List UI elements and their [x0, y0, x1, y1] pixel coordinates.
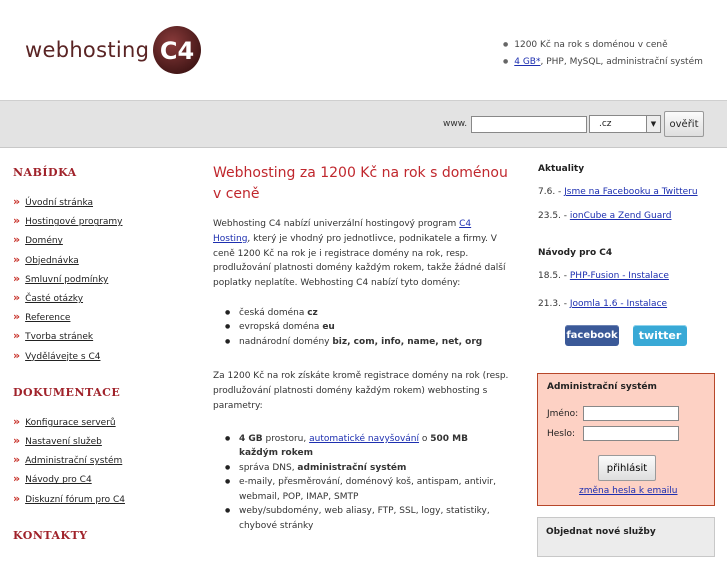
news-link[interactable]: Jsme na Facebooku a Twitteru [564, 187, 697, 197]
password-label: Heslo: [547, 429, 576, 439]
highlight-features: 4 GB*, PHP, MySQL, administrační systém [503, 54, 703, 71]
nav-item-service-settings: Nastavení služeb [13, 432, 193, 451]
list-item: nadnárodní domény biz, com, info, name, … [225, 335, 510, 350]
c4-logo-badge-icon: C4 [153, 26, 202, 74]
domain-check-bar: www. .cz ▼ ověřit [0, 100, 727, 148]
news-link[interactable]: ionCube a Zend Guard [570, 211, 672, 221]
nav-item-domains: Domény [13, 231, 193, 250]
nav-section-contacts: KONTAKTY [13, 529, 193, 542]
nav-item-forum: Diskuzní fórum pro C4 [13, 490, 193, 509]
login-title: Administrační systém [547, 382, 657, 392]
domain-input[interactable] [471, 116, 587, 133]
site-logo[interactable]: webhosting C4 [25, 24, 203, 76]
nav-item-hosting-programs: Hostingové programy [13, 212, 193, 231]
nav-item-references: Reference [13, 308, 193, 327]
www-label: www. [443, 119, 468, 129]
nav-item-guides: Návody pro C4 [13, 470, 193, 489]
nav-section-offer: NABÍDKA Úvodní stránka Hostingové progra… [13, 166, 193, 366]
features-list: 4 GB prostoru, automatické navyšování o … [213, 432, 510, 534]
username-label: Jméno: [547, 409, 579, 419]
social-buttons: facebook twitter [565, 325, 687, 346]
twitter-button[interactable]: twitter [633, 325, 687, 346]
left-navigation: NABÍDKA Úvodní stránka Hostingové progra… [13, 166, 193, 562]
order-title: Objednat nové služby [546, 527, 656, 537]
svg-text:C4: C4 [160, 37, 194, 65]
nav-item-terms: Smluvní podmínky [13, 270, 193, 289]
main-content: Webhosting za 1200 Kč na rok s doménou v… [213, 163, 510, 533]
nav-item-earn: Vydělávejte s C4 [13, 347, 193, 366]
auto-increase-link[interactable]: automatické navyšování [309, 434, 419, 444]
list-item: evropská doména eu [225, 320, 510, 335]
news-item: 23.5. - ionCube a Zend Guard [538, 211, 672, 221]
list-item: weby/subdomény, web aliasy, FTP, SSL, lo… [225, 504, 510, 533]
login-button[interactable]: přihlásit [598, 455, 656, 481]
highlight-price: 1200 Kč na rok s doménou v ceně [503, 37, 703, 54]
list-item: 4 GB prostoru, automatické navyšování o … [225, 432, 510, 461]
site-header: webhosting C4 1200 Kč na rok s doménou v… [0, 0, 727, 100]
list-item: správa DNS, administrační systém [225, 461, 510, 476]
nav-item-web-design: Tvorba stránek [13, 327, 193, 346]
domains-list: česká doména cz evropská doména eu nadná… [213, 306, 510, 350]
params-paragraph: Za 1200 Kč na rok získáte kromě registra… [213, 371, 509, 412]
admin-login-box: Administrační systém Jméno: Heslo: přihl… [537, 373, 715, 506]
facebook-button[interactable]: facebook [565, 325, 619, 346]
nav-item-home: Úvodní stránka [13, 193, 193, 212]
chevron-down-icon: ▼ [646, 116, 660, 132]
password-input[interactable] [583, 426, 679, 441]
guide-link[interactable]: PHP-Fusion - Instalace [570, 271, 669, 281]
header-highlights: 1200 Kč na rok s doménou v ceně 4 GB*, P… [503, 37, 703, 71]
nav-section-title: DOKUMENTACE [13, 385, 121, 399]
nav-section-title: NABÍDKA [13, 166, 77, 179]
nav-item-faq: Časté otázky [13, 289, 193, 308]
highlight-4gb-link[interactable]: 4 GB* [514, 57, 540, 67]
check-domain-button[interactable]: ověřit [664, 111, 704, 137]
tld-selected-value: .cz [599, 119, 612, 129]
page-title: Webhosting za 1200 Kč na rok s doménou v… [213, 165, 508, 202]
nav-item-order: Objednávka [13, 251, 193, 270]
nav-item-admin-system: Administrační systém [13, 451, 193, 470]
change-email-password-link[interactable]: změna hesla k emailu [579, 486, 678, 496]
nav-item-server-config: Konfigurace serverů [13, 413, 193, 432]
guide-item: 21.3. - Joomla 1.6 - Instalace [538, 299, 668, 309]
guide-link[interactable]: Joomla 1.6 - Instalace [570, 299, 667, 309]
nav-section-docs: DOKUMENTACE Konfigurace serverů Nastaven… [13, 386, 193, 509]
list-item: e-maily, přesměrování, doménový koš, ant… [225, 475, 510, 504]
news-item: 7.6. - Jsme na Facebooku a Twitteru [538, 187, 698, 197]
guides-title: Návody pro C4 [538, 248, 613, 258]
tld-select[interactable]: .cz ▼ [589, 115, 661, 133]
intro-paragraph: Webhosting C4 nabízí univerzální hosting… [213, 219, 506, 289]
username-input[interactable] [583, 406, 679, 421]
logo-text: webhosting [25, 38, 150, 62]
order-services-box: Objednat nové služby [537, 517, 715, 557]
guide-item: 18.5. - PHP-Fusion - Instalace [538, 271, 669, 281]
right-sidebar: Aktuality 7.6. - Jsme na Facebooku a Twi… [538, 164, 718, 310]
nav-section-title: KONTAKTY [13, 528, 88, 542]
news-title: Aktuality [538, 164, 585, 174]
list-item: česká doména cz [225, 306, 510, 321]
